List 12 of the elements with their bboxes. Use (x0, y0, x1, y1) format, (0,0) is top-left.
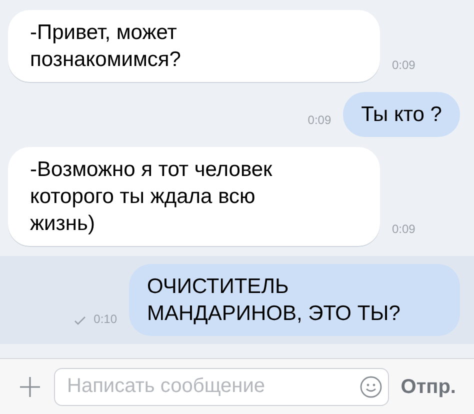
message-time: 0:10 (94, 311, 117, 328)
message-bubble: Ты кто ? (343, 92, 460, 137)
message-input[interactable]: Написать сообщение (54, 368, 389, 406)
message-bubble: -Возможно я тот человек которого ты ждала всю жизнь) (8, 147, 380, 246)
message-time: 0:09 (392, 57, 416, 74)
plus-icon[interactable] (18, 374, 42, 398)
message-time: 0:09 (308, 112, 332, 129)
message-bubble: -Привет, может познакомимся? (8, 10, 380, 82)
send-button[interactable]: Отпр. (400, 372, 456, 402)
message-bubble: ОЧИСТИТЕЛЬ МАНДАРИНОВ, ЭТО ТЫ? (129, 264, 460, 336)
smiley-icon[interactable] (358, 374, 383, 398)
message-time: 0:09 (392, 221, 416, 238)
